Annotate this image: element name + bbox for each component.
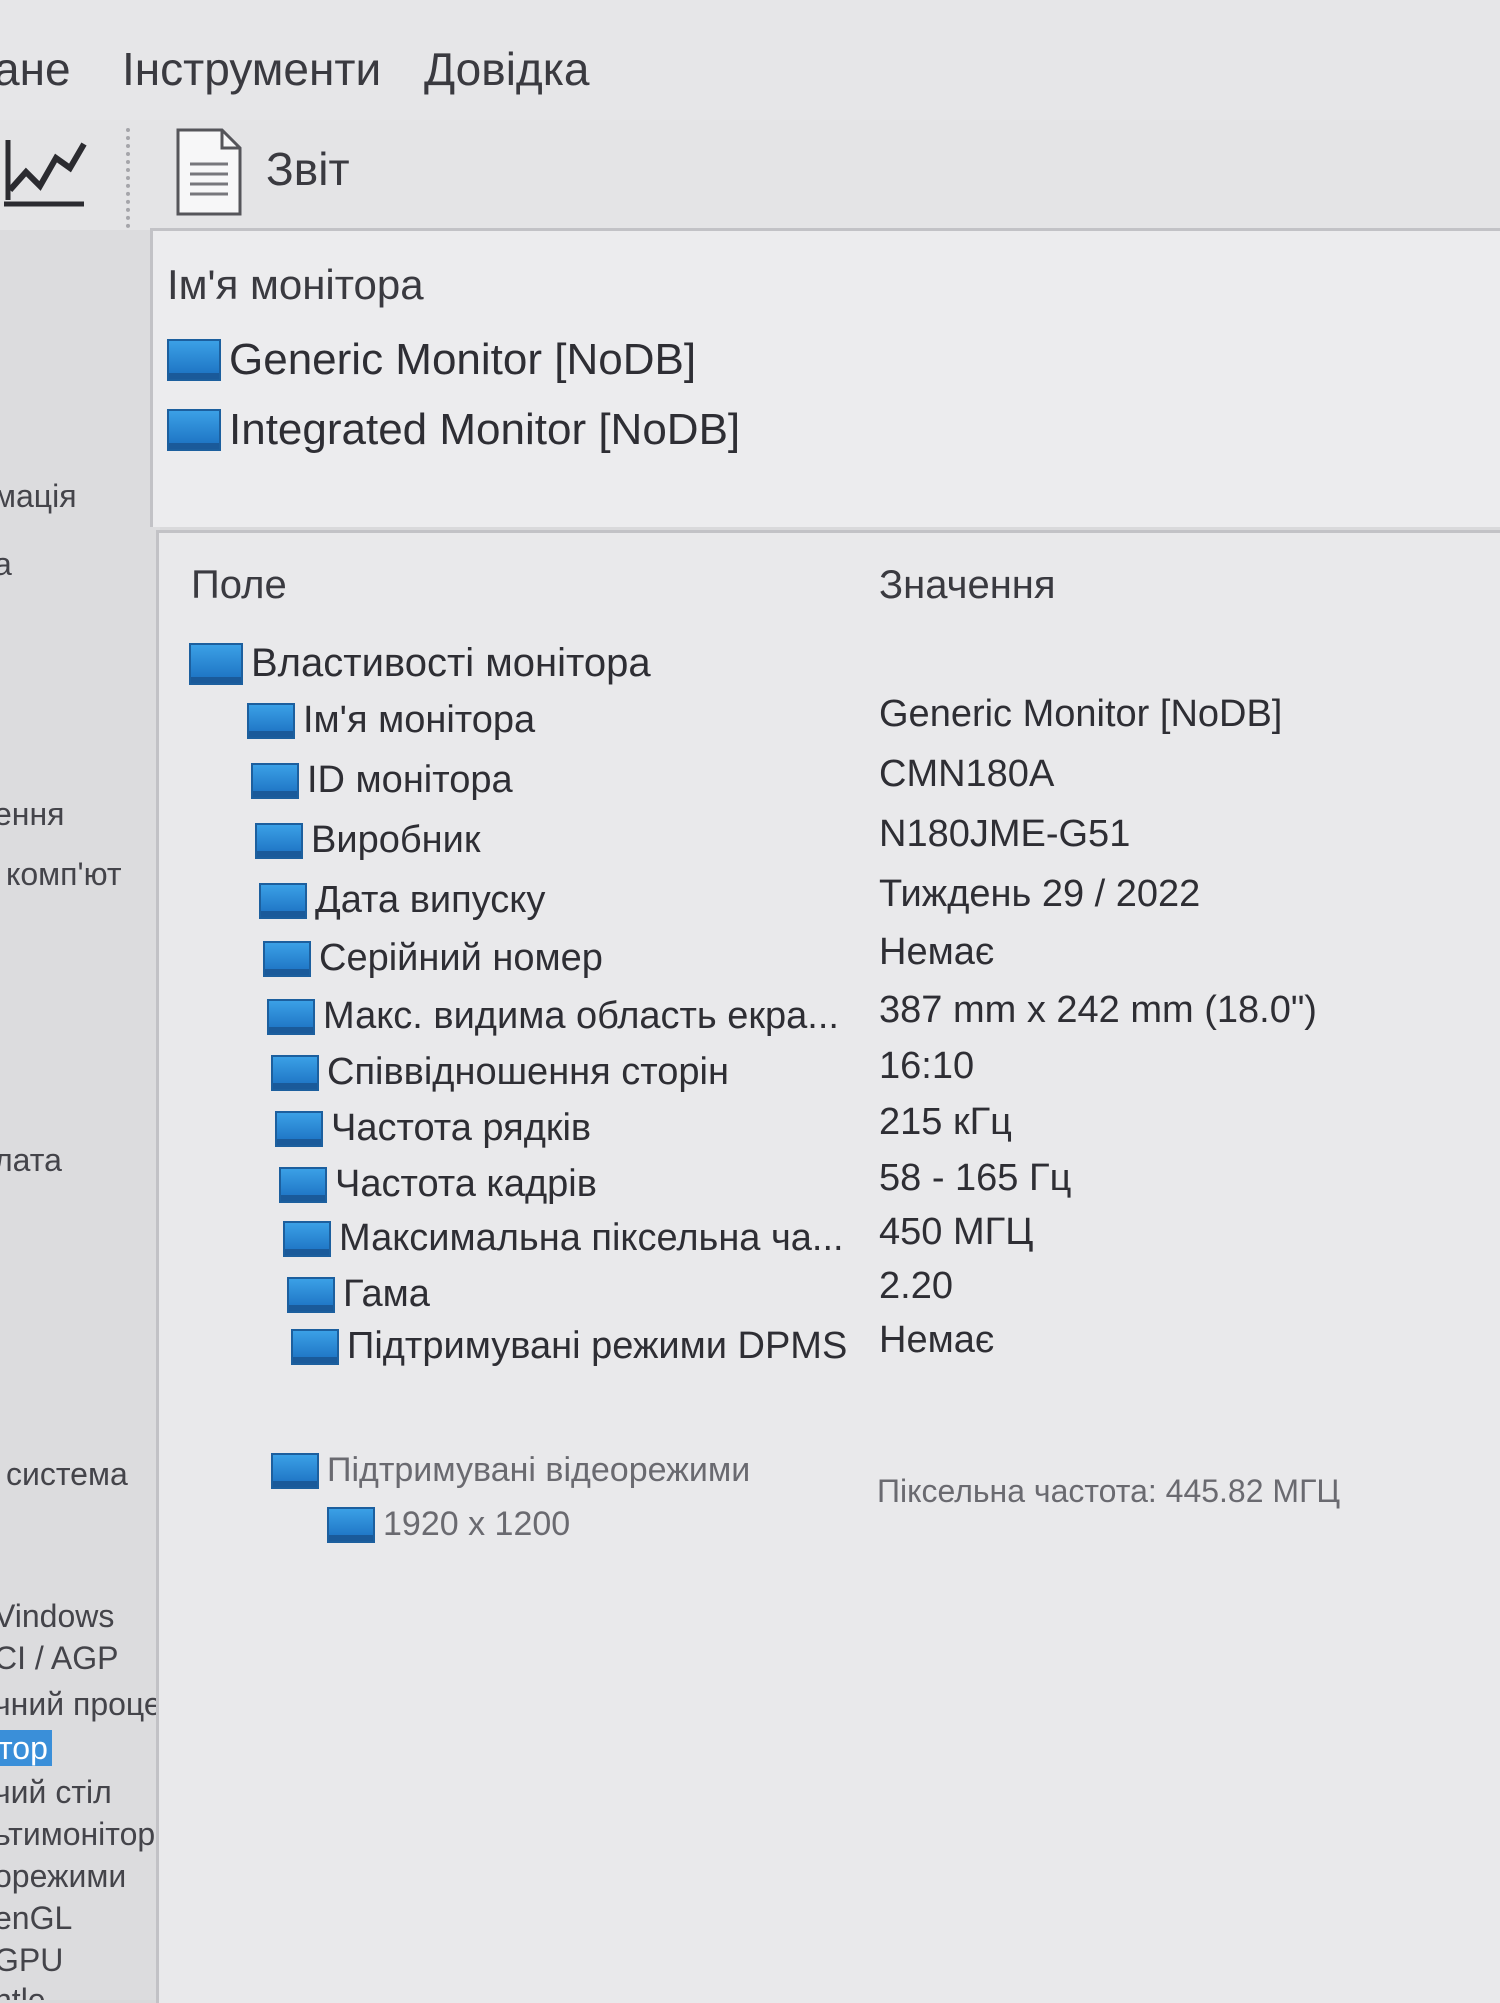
video-mode-pixel-clock: Піксельна частота: 445.82 МГЦ	[877, 1473, 1341, 1509]
sidebar-item[interactable]: чний процесор	[0, 1686, 160, 1723]
detail-row[interactable]: Гама	[287, 1273, 430, 1316]
detail-row[interactable]: Дата випуску	[259, 879, 545, 922]
monitor-list-panel: Ім'я монітора Generic Monitor [NoDB] Int…	[150, 228, 1500, 527]
monitor-icon	[263, 940, 311, 977]
detail-value: Немає	[879, 1319, 995, 1361]
report-icon[interactable]	[174, 126, 244, 218]
detail-row[interactable]: Співвідношення сторін	[271, 1051, 729, 1094]
detail-value: 58 - 165 Гц	[879, 1157, 1072, 1199]
detail-row[interactable]: Частота рядків	[275, 1107, 591, 1150]
detail-value: 387 mm x 242 mm (18.0")	[879, 989, 1317, 1031]
monitor-icon	[279, 1166, 327, 1203]
menu-item-tools[interactable]: Інструменти	[122, 42, 381, 96]
menu-bar: ане Інструменти Довідка	[0, 0, 1500, 120]
monitor-icon	[291, 1328, 339, 1365]
report-button-label[interactable]: Звіт	[266, 142, 350, 196]
detail-row[interactable]: Макс. видима область екра...	[267, 995, 839, 1038]
value-column-header[interactable]: Значення	[879, 563, 1056, 608]
monitor-icon	[271, 1054, 319, 1091]
detail-value: Generic Monitor [NoDB]	[879, 693, 1283, 735]
benchmark-chart-icon[interactable]	[0, 134, 90, 214]
monitor-icon	[287, 1276, 335, 1313]
monitor-icon	[283, 1220, 331, 1257]
detail-value: Немає	[879, 931, 995, 973]
detail-row[interactable]: Серійний номер	[263, 937, 603, 980]
group-monitor-properties[interactable]: Властивості монітора	[189, 641, 651, 686]
detail-row[interactable]: Виробник	[255, 819, 480, 862]
monitor-list-item[interactable]: Integrated Monitor [NoDB]	[167, 405, 740, 455]
sidebar-tree: мація а ення комп'ют лата система Vindow…	[0, 230, 160, 2000]
monitor-icon	[189, 642, 243, 685]
sidebar-item[interactable]: ntle	[0, 1982, 46, 2000]
detail-row[interactable]: Підтримувані режими DPMS	[291, 1325, 847, 1368]
sidebar-item[interactable]: комп'ют	[6, 856, 122, 893]
sidebar-item-monitor[interactable]: тор	[0, 1730, 52, 1767]
sidebar-item[interactable]: система	[6, 1456, 128, 1493]
detail-value: N180JME-G51	[879, 813, 1131, 855]
monitor-icon	[251, 762, 299, 799]
detail-value: 16:10	[879, 1045, 975, 1087]
detail-row[interactable]: Частота кадрів	[279, 1163, 597, 1206]
monitor-icon	[259, 882, 307, 919]
monitor-icon	[247, 702, 295, 739]
sidebar-item[interactable]: чий стіл	[0, 1774, 112, 1811]
detail-value: 2.20	[879, 1265, 953, 1307]
detail-row[interactable]: Максимальна піксельна ча...	[283, 1217, 844, 1260]
sidebar-item[interactable]: CI / AGP	[0, 1640, 118, 1677]
monitor-icon	[271, 1452, 319, 1489]
sidebar-item[interactable]: Vindows	[0, 1598, 114, 1635]
detail-value: Тиждень 29 / 2022	[879, 873, 1201, 915]
sidebar-item[interactable]: а	[0, 546, 12, 583]
monitor-icon	[167, 339, 221, 381]
monitor-list-item[interactable]: Generic Monitor [NoDB]	[167, 335, 696, 385]
menu-item-view[interactable]: ане	[0, 42, 71, 96]
sidebar-item[interactable]: ення	[0, 796, 64, 833]
monitor-list-header[interactable]: Ім'я монітора	[167, 261, 424, 309]
sidebar-item[interactable]: ьтимонітор	[0, 1816, 155, 1853]
detail-row[interactable]: ID монітора	[251, 759, 513, 802]
sidebar-item[interactable]: GPU	[0, 1942, 63, 1979]
monitor-icon	[255, 822, 303, 859]
group-video-modes[interactable]: Підтримувані відеорежими	[271, 1451, 750, 1490]
detail-value: 450 МГЦ	[879, 1211, 1034, 1253]
detail-row[interactable]: Ім'я монітора	[247, 699, 535, 742]
sidebar-item[interactable]: мація	[0, 478, 77, 515]
monitor-icon	[267, 998, 315, 1035]
monitor-icon	[327, 1506, 375, 1543]
detail-value: CMN180A	[879, 753, 1055, 795]
menu-item-help[interactable]: Довідка	[424, 42, 589, 96]
monitor-icon	[167, 409, 221, 451]
detail-value: 215 кГц	[879, 1101, 1012, 1143]
details-panel: Поле Значення Властивості монітора Ім'я …	[156, 530, 1500, 2003]
video-mode-row[interactable]: 1920 x 1200	[327, 1505, 570, 1544]
field-column-header[interactable]: Поле	[191, 563, 287, 608]
toolbar-separator	[126, 128, 136, 228]
sidebar-item[interactable]: орежими	[0, 1858, 126, 1895]
toolbar	[0, 120, 1500, 230]
sidebar-item[interactable]: enGL	[0, 1900, 72, 1937]
sidebar-item[interactable]: лата	[0, 1142, 62, 1179]
monitor-icon	[275, 1110, 323, 1147]
